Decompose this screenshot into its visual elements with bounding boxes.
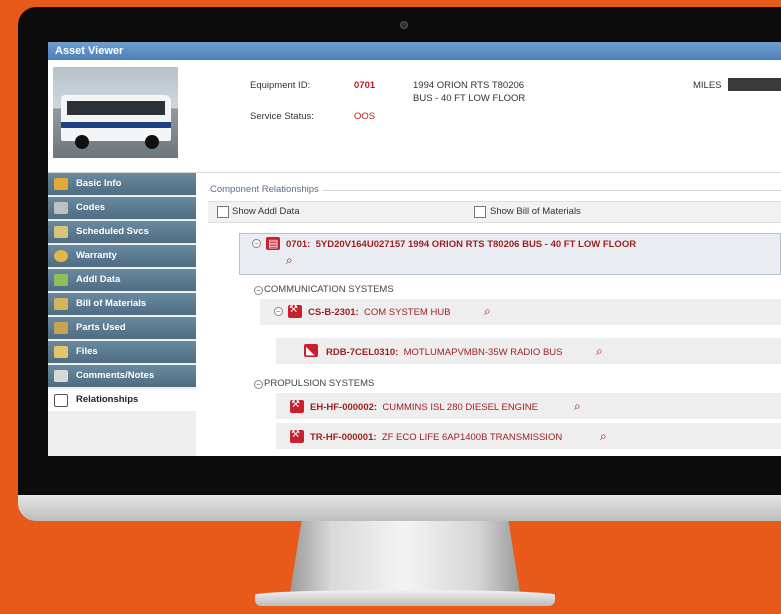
magnifier-icon[interactable]: ⌕ [286, 253, 293, 268]
webcam-icon [400, 21, 408, 29]
bus-photo [53, 67, 178, 158]
tree-node-text[interactable]: CS-B-2301: COM SYSTEM HUB [308, 307, 451, 318]
warranty-icon [54, 250, 68, 262]
bom-icon [54, 298, 68, 310]
sidebar-item-files[interactable]: Files [48, 341, 196, 363]
asset-header: Equipment ID: 0701 1994 ORION RTS T80206… [48, 60, 781, 173]
codes-icon [54, 202, 68, 214]
sidebar-item-label: Files [76, 346, 98, 357]
sidebar-item-bill-of-materials[interactable]: Bill of Materials [48, 293, 196, 315]
component-icon [288, 304, 302, 318]
tree-node-text[interactable]: EH-HF-000002: CUMMINS ISL 280 DIESEL ENG… [310, 402, 538, 413]
root-node-desc: 5YD20V164U027157 1994 ORION RTS T80206 B… [315, 239, 637, 250]
node-desc: COM SYSTEM HUB [363, 307, 451, 318]
sidebar-item-basic-info[interactable]: Basic Info [48, 173, 196, 195]
magnifier-icon[interactable]: ⌕ [596, 344, 603, 359]
component-icon [290, 399, 304, 413]
show-bom-label: Show Bill of Materials [490, 206, 581, 217]
node-id: RDB-7CEL0310: [326, 347, 399, 358]
node-desc: ZF ECO LIFE 6AP1400B TRANSMISSION [381, 432, 563, 443]
section-title: Component Relationships [210, 184, 323, 195]
service-status-value: OOS [354, 111, 376, 122]
show-addl-data-label: Show Addl Data [232, 206, 300, 217]
parts-icon [54, 322, 68, 334]
sidebar-item-label: Warranty [76, 250, 117, 261]
sidebar-item-relationships[interactable]: Relationships [48, 389, 196, 411]
service-status-label: Service Status: [250, 111, 314, 122]
monitor-chin [18, 495, 781, 521]
bus-icon [266, 237, 280, 250]
sidebar-item-label: Parts Used [76, 322, 126, 333]
miles-label: MILES [693, 80, 722, 91]
magnifier-icon[interactable]: ⌕ [574, 399, 581, 414]
collapse-toggle[interactable]: – [254, 286, 263, 295]
tree-node-text[interactable]: TR-HF-000001: ZF ECO LIFE 6AP1400B TRANS… [310, 432, 562, 443]
wrench-icon [54, 226, 68, 238]
sidebar-item-label: Basic Info [76, 178, 122, 189]
equipment-desc-line1: 1994 ORION RTS T80206 [413, 80, 525, 91]
sidebar-item-addl-data[interactable]: Addl Data [48, 269, 196, 291]
monitor-stand [290, 521, 520, 593]
sidebar-item-comments-notes[interactable]: Comments/Notes [48, 365, 196, 387]
sidebar-item-label: Codes [76, 202, 106, 213]
data-icon [54, 274, 68, 286]
expand-toggle[interactable]: – [252, 239, 261, 248]
equipment-id-value: 0701 [354, 80, 376, 91]
node-id: CS-B-2301: [308, 307, 359, 318]
monitor-base [255, 590, 555, 606]
sidebar-item-codes[interactable]: Codes [48, 197, 196, 219]
sidebar-item-warranty[interactable]: Warranty [48, 245, 196, 267]
sidebar-item-label: Comments/Notes [76, 370, 155, 381]
sidebar-item-scheduled-svcs[interactable]: Scheduled Svcs [48, 221, 196, 243]
magnifier-icon[interactable]: ⌕ [600, 429, 607, 444]
show-addl-data-checkbox[interactable] [217, 206, 229, 218]
screen: Asset Viewer Equipment ID: 0701 1994 ORI… [48, 42, 781, 456]
component-icon [290, 429, 304, 443]
sidebar-item-label: Relationships [76, 394, 139, 405]
root-node-id: 0701: [286, 239, 311, 250]
collapse-toggle[interactable]: – [254, 380, 263, 389]
equipment-id-label: Equipment ID: [250, 80, 311, 91]
miles-value-box [728, 78, 781, 91]
notes-icon [54, 370, 68, 382]
node-id: EH-HF-000002: [310, 402, 378, 413]
root-node-text[interactable]: 0701: 5YD20V164U027157 1994 ORION RTS T8… [286, 239, 636, 250]
sidebar-item-label: Addl Data [76, 274, 121, 285]
node-id: TR-HF-000001: [310, 432, 377, 443]
show-bom-checkbox[interactable] [474, 206, 486, 218]
info-icon [54, 178, 68, 190]
sidebar-item-parts-used[interactable]: Parts Used [48, 317, 196, 339]
tree-node-text[interactable]: RDB-7CEL0310: MOTLUMAPVMBN-35W RADIO BUS [326, 347, 563, 358]
node-desc: MOTLUMAPVMBN-35W RADIO BUS [403, 347, 563, 358]
node-desc: CUMMINS ISL 280 DIESEL ENGINE [382, 402, 538, 413]
folder-icon [54, 346, 68, 358]
relationships-panel: Component Relationships Show Addl Data S… [200, 173, 781, 456]
sidebar-item-label: Scheduled Svcs [76, 226, 149, 237]
relationships-icon [54, 394, 68, 407]
sidebar-nav: Basic Info Codes Scheduled Svcs Warranty… [48, 173, 196, 456]
window-title: Asset Viewer [48, 42, 781, 60]
expand-toggle[interactable]: – [274, 307, 283, 316]
magnifier-icon[interactable]: ⌕ [484, 304, 491, 319]
document-icon [304, 344, 318, 357]
group-propulsion-systems: PROPULSION SYSTEMS [264, 378, 375, 389]
equipment-desc-line2: BUS - 40 FT LOW FLOOR [413, 93, 526, 104]
sidebar-item-label: Bill of Materials [76, 298, 147, 309]
group-communication-systems: COMMUNICATION SYSTEMS [264, 284, 394, 295]
